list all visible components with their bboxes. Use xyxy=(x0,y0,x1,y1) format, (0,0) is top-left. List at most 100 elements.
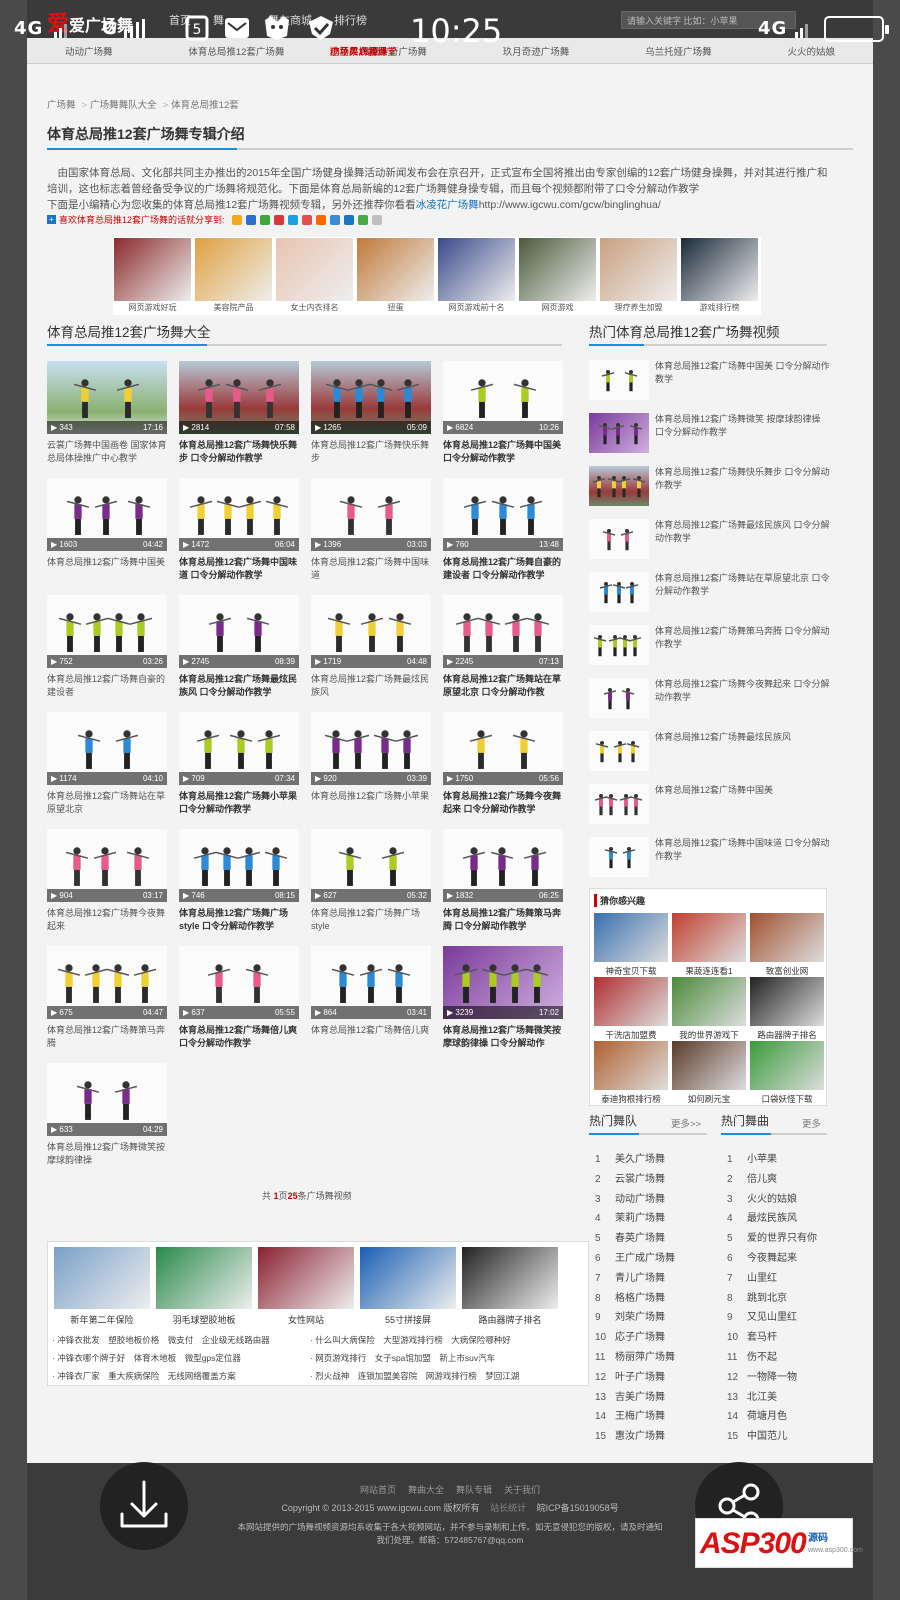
share-service-icon[interactable] xyxy=(371,214,382,225)
footer-link[interactable]: 舞队专辑 xyxy=(456,1485,492,1495)
video-thumbnail[interactable]: ▶ 1750 05:56 xyxy=(443,712,563,785)
video-title[interactable]: 体育总局推12套广场舞中国味道 xyxy=(311,556,431,582)
guess-item[interactable]: 口袋妖怪下载 xyxy=(750,1041,824,1105)
video-card[interactable]: ▶ 3239 17:02 体育总局推12套广场舞微笑按摩球韵律操 口令分解动作 xyxy=(443,946,563,1050)
rank-name[interactable]: 爱的世界只有你 xyxy=(747,1233,817,1244)
rank-name[interactable]: 吉美广场舞 xyxy=(615,1392,665,1403)
breadcrumb-item[interactable]: 广场舞 xyxy=(47,100,76,111)
rank-item[interactable]: 6 王广成广场舞 xyxy=(595,1249,675,1269)
ad-item[interactable]: 网页游戏 xyxy=(519,238,596,314)
video-title[interactable]: 体育总局推12套广场舞快乐舞步 口令分解动作教学 xyxy=(179,439,299,465)
rank-item[interactable]: 2 云裳广场舞 xyxy=(595,1170,675,1190)
rank-item[interactable]: 11 杨丽萍广场舞 xyxy=(595,1348,675,1368)
rank-item[interactable]: 1 美久广场舞 xyxy=(595,1150,675,1170)
stats-link[interactable]: 站长统计 xyxy=(490,1503,526,1513)
rank-item[interactable]: 12 一物降一物 xyxy=(727,1368,817,1388)
video-title[interactable]: 体育总局推12套广场舞倍儿爽 xyxy=(311,1024,431,1050)
rank-item[interactable]: 7 青儿广场舞 xyxy=(595,1269,675,1289)
rank-name[interactable]: 山里红 xyxy=(747,1273,777,1284)
rank-name[interactable]: 刘荣广场舞 xyxy=(615,1312,665,1323)
guess-item[interactable]: 我的世界游戏下 xyxy=(672,977,746,1041)
video-title[interactable]: 体育总局推12套广场舞微笑按摩球韵律操 口令分解动作 xyxy=(443,1024,563,1050)
video-card[interactable]: ▶ 2245 07:13 体育总局推12套广场舞站在草原望北京 口令分解动作教 xyxy=(443,595,563,699)
video-thumbnail[interactable]: ▶ 864 03:41 xyxy=(311,946,431,1019)
breadcrumb-item[interactable]: 体育总局推12套 xyxy=(171,100,239,111)
hot-video-title[interactable]: 体育总局推12套广场舞今夜舞起来 口令分解动作教学 xyxy=(655,678,831,704)
rank-name[interactable]: 杨丽萍广场舞 xyxy=(615,1352,675,1363)
video-title[interactable]: 体育总局推12套广场舞今夜舞起来 xyxy=(47,907,167,933)
video-title[interactable]: 体育总局推12套广场舞广场style 口令分解动作教学 xyxy=(179,907,299,933)
rank-name[interactable]: 王梅广场舞 xyxy=(615,1411,665,1422)
hot-video-title[interactable]: 体育总局推12套广场舞中国味道 口令分解动作教学 xyxy=(655,837,831,863)
video-card[interactable]: ▶ 1719 04:48 体育总局推12套广场舞最炫民族风 xyxy=(311,595,431,699)
guess-item[interactable]: 泰迪狗根排行榜 xyxy=(594,1041,668,1105)
rank-name[interactable]: 春英广场舞 xyxy=(615,1233,665,1244)
rank-name[interactable]: 格格广场舞 xyxy=(615,1293,665,1304)
video-card[interactable]: ▶ 6824 10:26 体育总局推12套广场舞中国美 口令分解动作教学 xyxy=(443,361,563,465)
bottom-ad-item[interactable]: 路由器牌子排名 xyxy=(462,1247,558,1326)
guess-item[interactable]: 神奇宝贝下载 xyxy=(594,913,668,977)
video-card[interactable]: ▶ 746 08:15 体育总局推12套广场舞广场style 口令分解动作教学 xyxy=(179,829,299,933)
rank-name[interactable]: 叶子广场舞 xyxy=(615,1372,665,1383)
video-thumbnail[interactable]: ▶ 675 04:47 xyxy=(47,946,167,1019)
rank-item[interactable]: 7 山里红 xyxy=(727,1269,817,1289)
video-thumbnail[interactable]: ▶ 904 03:17 xyxy=(47,829,167,902)
video-card[interactable]: ▶ 2814 07:58 体育总局推12套广场舞快乐舞步 口令分解动作教学 xyxy=(179,361,299,465)
ad-item[interactable]: 扭蛋 xyxy=(357,238,434,314)
video-thumbnail[interactable]: ▶ 1396 03:03 xyxy=(311,478,431,551)
footer-link[interactable]: 网站首页 xyxy=(360,1485,396,1495)
rank-item[interactable]: 12 叶子广场舞 xyxy=(595,1368,675,1388)
rank-item[interactable]: 3 火火的姑娘 xyxy=(727,1190,817,1210)
rank-name[interactable]: 套马杆 xyxy=(747,1332,777,1343)
rank-item[interactable]: 4 茉莉广场舞 xyxy=(595,1209,675,1229)
video-thumbnail[interactable]: ▶ 1265 05:09 xyxy=(311,361,431,434)
rank-name[interactable]: 惠汝广场舞 xyxy=(615,1431,665,1442)
rank-name[interactable]: 伤不起 xyxy=(747,1352,777,1363)
video-title[interactable]: 体育总局推12套广场舞站在草原望北京 xyxy=(47,790,167,816)
hot-video-title[interactable]: 体育总局推12套广场舞快乐舞步 口令分解动作教学 xyxy=(655,466,831,492)
ad-item[interactable]: 网页游戏前十名 xyxy=(438,238,515,314)
video-thumbnail[interactable]: ▶ 2245 07:13 xyxy=(443,595,563,668)
rank-item[interactable]: 4 最炫民族风 xyxy=(727,1209,817,1229)
bottom-ad-item[interactable]: 羽毛球塑胶地板 xyxy=(156,1247,252,1326)
rank-name[interactable]: 茉莉广场舞 xyxy=(615,1213,665,1224)
video-thumbnail[interactable]: ▶ 3239 17:02 xyxy=(443,946,563,1019)
share-service-icon[interactable] xyxy=(357,214,368,225)
share-service-icon[interactable] xyxy=(231,214,242,225)
guess-item[interactable]: 干洗店加盟费 xyxy=(594,977,668,1041)
video-card[interactable]: ▶ 2745 08:39 体育总局推12套广场舞最炫民族风 口令分解动作教学 xyxy=(179,595,299,699)
video-title[interactable]: 云裳广场舞中国画卷 国家体育总局体操推广中心教学 xyxy=(47,439,167,465)
video-title[interactable]: 体育总局推12套广场舞快乐舞步 xyxy=(311,439,431,465)
rank-name[interactable]: 火火的姑娘 xyxy=(747,1194,797,1205)
video-thumbnail[interactable]: ▶ 2814 07:58 xyxy=(179,361,299,434)
video-card[interactable]: ▶ 760 13:48 体育总局推12套广场舞自豪的建设者 口令分解动作教学 xyxy=(443,478,563,582)
video-card[interactable]: ▶ 675 04:47 体育总局推12套广场舞策马奔腾 xyxy=(47,946,167,1050)
bottom-ad-link-row[interactable]: · 网页游戏排行 女子spa馆加盟 新上市suv汽车 xyxy=(310,1352,495,1364)
video-card[interactable]: ▶ 627 05:32 体育总局推12套广场舞广场style xyxy=(311,829,431,933)
hot-video-title[interactable]: 体育总局推12套广场舞策马奔腾 口令分解动作教学 xyxy=(655,625,831,651)
hot-video-title[interactable]: 体育总局推12套广场舞站在草原望北京 口令分解动作教学 xyxy=(655,572,831,598)
video-title[interactable]: 体育总局推12套广场舞策马奔腾 xyxy=(47,1024,167,1050)
rank-name[interactable]: 云裳广场舞 xyxy=(615,1174,665,1185)
video-thumbnail[interactable]: ▶ 1174 04:10 xyxy=(47,712,167,785)
ad-item[interactable]: 网页游戏好玩 xyxy=(114,238,191,314)
video-card[interactable]: ▶ 1750 05:56 体育总局推12套广场舞今夜舞起来 口令分解动作教学 xyxy=(443,712,563,816)
rank-item[interactable]: 15 中国范儿 xyxy=(727,1427,817,1447)
rank-item[interactable]: 6 今夜舞起来 xyxy=(727,1249,817,1269)
rank-name[interactable]: 倍儿爽 xyxy=(747,1174,777,1185)
download-button[interactable] xyxy=(100,1462,188,1550)
video-thumbnail[interactable]: ▶ 920 03:39 xyxy=(311,712,431,785)
rank-item[interactable]: 2 倍儿爽 xyxy=(727,1170,817,1190)
ad-item[interactable]: 理疗养生加盟 xyxy=(600,238,677,314)
footer-link[interactable]: 舞曲大全 xyxy=(408,1485,444,1495)
video-thumbnail[interactable]: ▶ 1832 06:25 xyxy=(443,829,563,902)
video-card[interactable]: ▶ 637 05:55 体育总局推12套广场舞倍儿爽 口令分解动作教学 xyxy=(179,946,299,1050)
guess-item[interactable]: 致富创业网 xyxy=(750,913,824,977)
video-thumbnail[interactable]: ▶ 752 03:26 xyxy=(47,595,167,668)
video-title[interactable]: 体育总局推12套广场舞自豪的建设者 xyxy=(47,673,167,699)
rank-name[interactable]: 青儿广场舞 xyxy=(615,1273,665,1284)
hot-video-title[interactable]: 体育总局推12套广场舞微笑 按摩球韵律操 口令分解动作教学 xyxy=(655,413,831,439)
rank-name[interactable]: 美久广场舞 xyxy=(615,1154,665,1165)
video-thumbnail[interactable]: ▶ 343 17:16 xyxy=(47,361,167,434)
video-thumbnail[interactable]: ▶ 746 08:15 xyxy=(179,829,299,902)
